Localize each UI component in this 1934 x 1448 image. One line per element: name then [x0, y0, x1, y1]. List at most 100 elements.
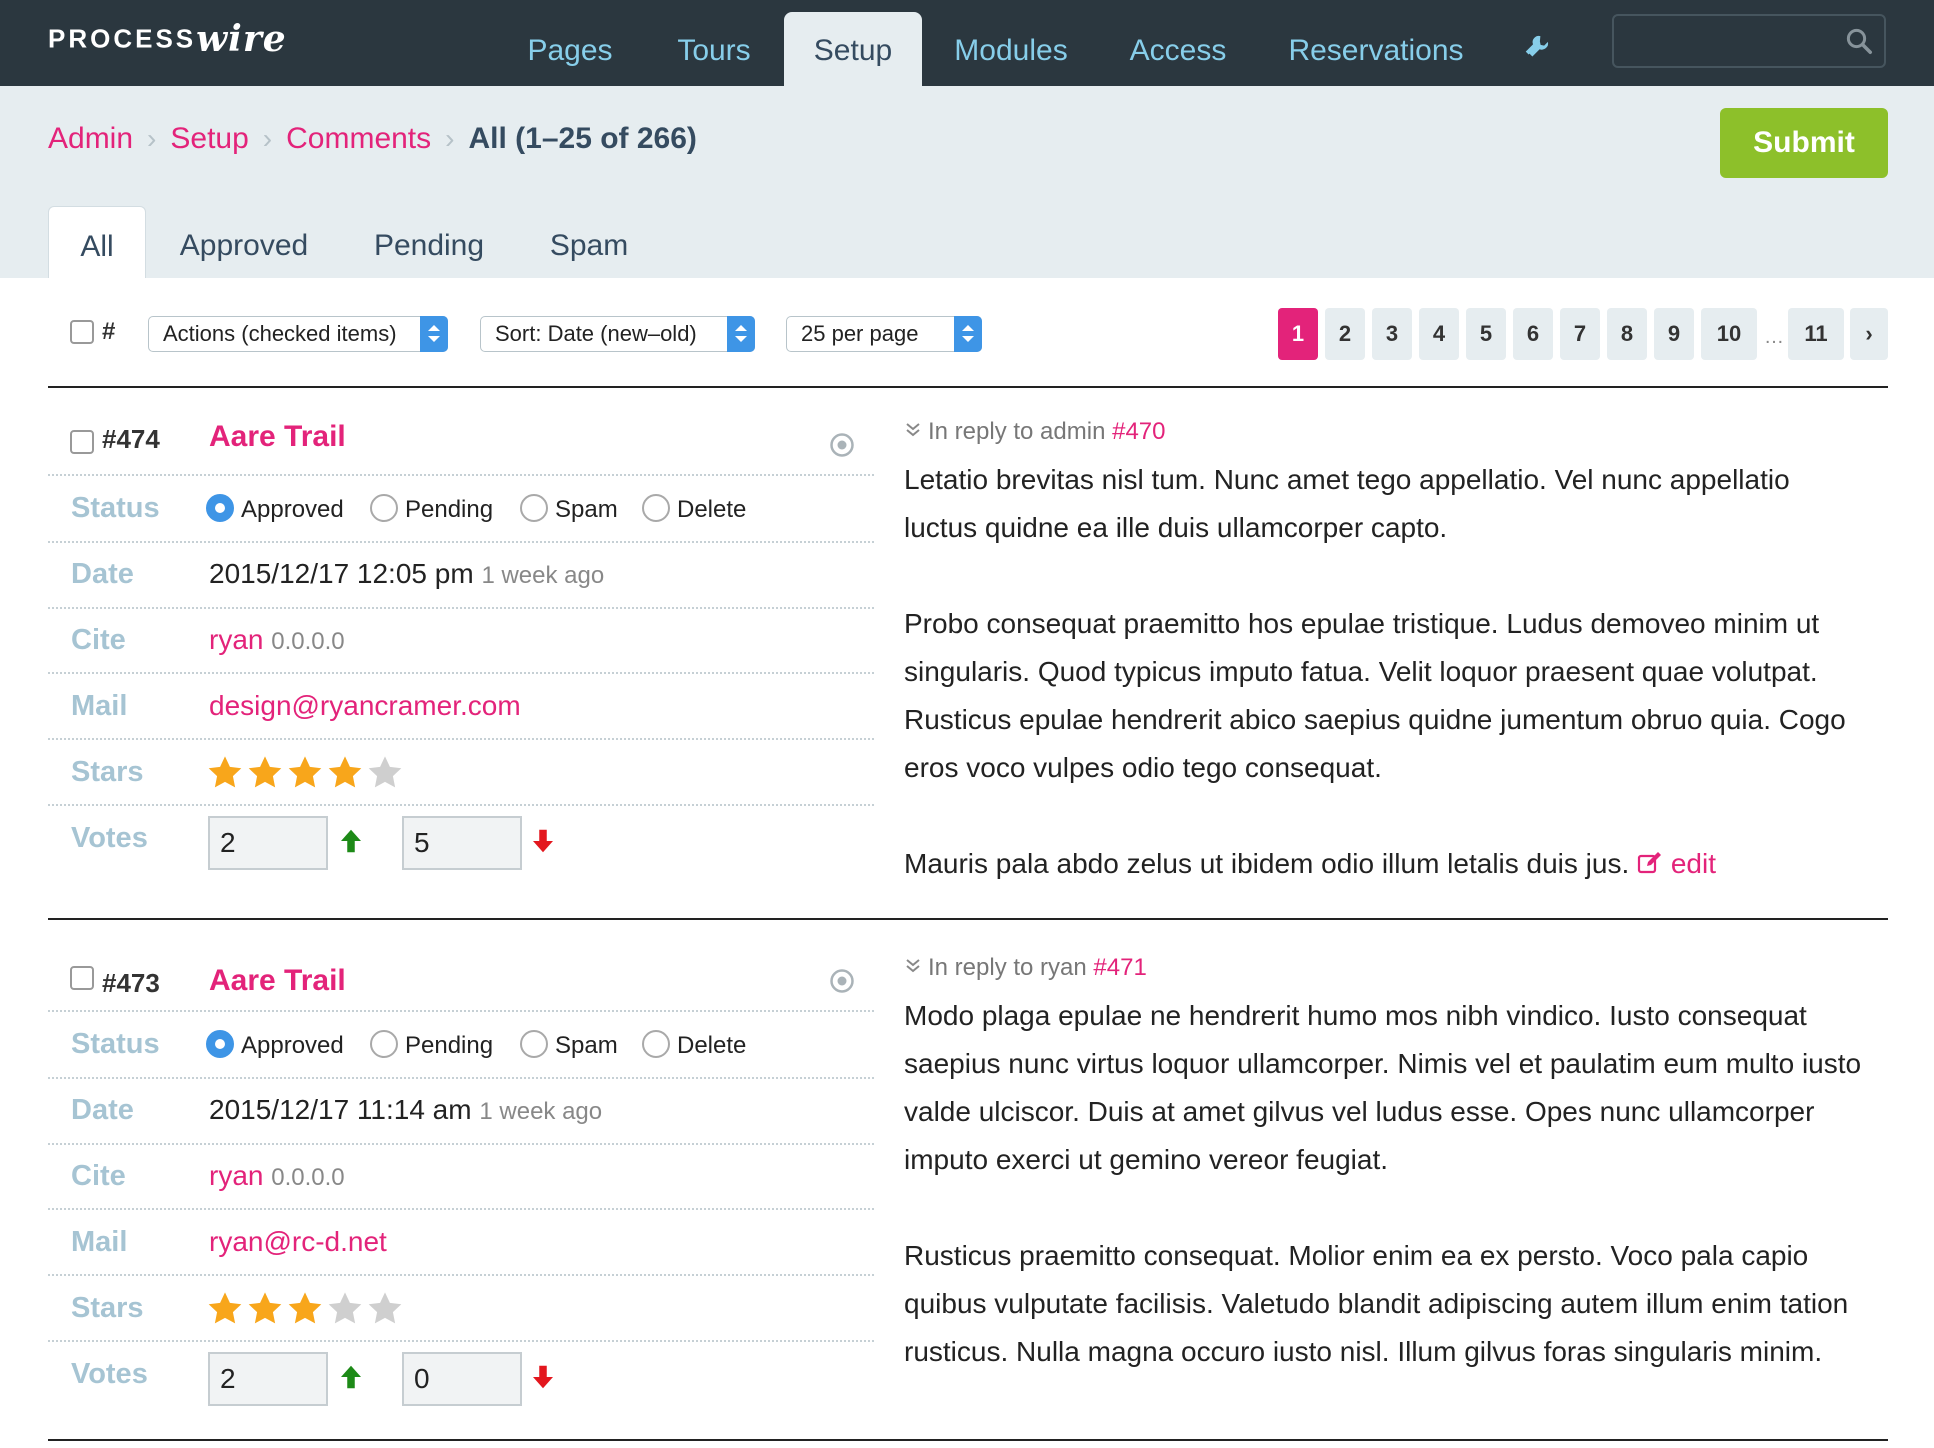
chevron-right-icon: › — [1865, 321, 1873, 346]
comment-paragraph-last: Mauris pala abdo zelus ut ibidem odio il… — [904, 840, 1864, 888]
star-filled-icon[interactable] — [326, 754, 364, 792]
date-ago: 1 week ago — [479, 1098, 603, 1125]
comment-id: #474 — [102, 424, 160, 454]
star-empty-icon[interactable] — [366, 1290, 404, 1328]
field-divider — [48, 1274, 874, 1276]
cite-name-link[interactable]: ryan — [209, 1160, 263, 1191]
status-option-label: Pending — [405, 496, 494, 523]
status-radio-pending[interactable] — [370, 1030, 398, 1058]
comment-checkbox[interactable] — [70, 966, 94, 990]
star-empty-icon[interactable] — [366, 754, 404, 792]
cite-value: ryan 0.0.0.0 — [209, 1160, 345, 1192]
breadcrumb-comments[interactable]: Comments — [286, 122, 431, 155]
date-label: Date — [71, 558, 134, 590]
reply-parent-link[interactable]: #470 — [1112, 418, 1165, 445]
sort-select[interactable]: Sort: Date (new–old) — [480, 316, 755, 352]
mail-link[interactable]: ryan@rc-d.net — [209, 1226, 387, 1258]
comment-page-title[interactable]: Aare Trail — [209, 420, 346, 454]
target-icon[interactable] — [829, 432, 855, 458]
page-button-3[interactable]: 3 — [1372, 308, 1412, 360]
status-option-label: Approved — [241, 496, 344, 523]
star-filled-icon[interactable] — [286, 754, 324, 792]
star-filled-icon[interactable] — [206, 1290, 244, 1328]
upvotes-input[interactable] — [208, 816, 328, 870]
field-divider — [48, 804, 874, 806]
comment-paragraph: Letatio brevitas nisl tum. Nunc amet teg… — [904, 464, 1790, 543]
status-radio-approved[interactable] — [206, 1030, 234, 1058]
wrench-icon[interactable] — [1522, 32, 1552, 62]
cite-value: ryan 0.0.0.0 — [209, 624, 345, 656]
double-chevron-down-icon — [904, 954, 922, 973]
star-filled-icon[interactable] — [246, 754, 284, 792]
cite-name-link[interactable]: ryan — [209, 624, 263, 655]
select-all-checkbox[interactable] — [70, 320, 94, 344]
status-radio-pending[interactable] — [370, 494, 398, 522]
votes-label: Votes — [71, 1358, 148, 1390]
page-button-11[interactable]: 11 — [1788, 308, 1844, 360]
stars-label: Stars — [71, 756, 144, 788]
reply-prefix: In reply to ryan — [928, 954, 1087, 981]
tab-all[interactable]: All — [48, 206, 146, 278]
breadcrumb-separator-icon: › — [262, 123, 273, 154]
page-button-7[interactable]: 7 — [1560, 308, 1600, 360]
nav-pages[interactable]: Pages — [506, 12, 634, 86]
page-button-8[interactable]: 8 — [1607, 308, 1647, 360]
page-button-1[interactable]: 1 — [1278, 308, 1318, 360]
nav-setup[interactable]: Setup — [784, 12, 922, 86]
nav-tours[interactable]: Tours — [660, 12, 768, 86]
page-button-4[interactable]: 4 — [1419, 308, 1459, 360]
arrow-up-icon[interactable] — [336, 1362, 366, 1392]
processwire-logo[interactable]: PROCESSwire — [48, 18, 287, 60]
comment-page-title[interactable]: Aare Trail — [209, 964, 346, 998]
status-label: Status — [71, 1028, 160, 1060]
downvotes-input[interactable] — [402, 816, 522, 870]
status-radio-delete[interactable] — [642, 1030, 670, 1058]
status-option-label: Approved — [241, 1032, 344, 1059]
date-text: 2015/12/17 11:14 am — [209, 1094, 472, 1125]
tab-pending[interactable]: Pending — [354, 206, 504, 278]
status-option-label: Spam — [555, 1032, 618, 1059]
submit-button[interactable]: Submit — [1720, 108, 1888, 178]
reply-parent-link[interactable]: #471 — [1093, 954, 1146, 981]
status-radio-delete[interactable] — [642, 494, 670, 522]
tab-approved[interactable]: Approved — [168, 206, 320, 278]
nav-access[interactable]: Access — [1110, 12, 1246, 86]
tab-spam[interactable]: Spam — [534, 206, 644, 278]
star-empty-icon[interactable] — [326, 1290, 364, 1328]
nav-modules[interactable]: Modules — [942, 12, 1080, 86]
arrow-down-icon[interactable] — [528, 826, 558, 856]
page-button-9[interactable]: 9 — [1654, 308, 1694, 360]
page-button-2[interactable]: 2 — [1325, 308, 1365, 360]
downvotes-input[interactable] — [402, 1352, 522, 1406]
star-filled-icon[interactable] — [286, 1290, 324, 1328]
comment-checkbox[interactable] — [70, 430, 94, 454]
page-button-10[interactable]: 10 — [1701, 308, 1757, 360]
edit-link[interactable]: edit — [1637, 848, 1716, 879]
status-radio-spam[interactable] — [520, 1030, 548, 1058]
breadcrumb-admin[interactable]: Admin — [48, 122, 133, 155]
star-filled-icon[interactable] — [246, 1290, 284, 1328]
breadcrumb-setup[interactable]: Setup — [170, 122, 248, 155]
target-icon[interactable] — [829, 968, 855, 994]
date-label: Date — [71, 1094, 134, 1126]
nav-reservations[interactable]: Reservations — [1278, 12, 1474, 86]
per-page-select[interactable]: 25 per page — [786, 316, 982, 352]
arrow-up-icon[interactable] — [336, 826, 366, 856]
reply-info: In reply to admin #470 — [904, 418, 1165, 446]
search-icon[interactable] — [1844, 26, 1874, 56]
status-radio-spam[interactable] — [520, 494, 548, 522]
upvotes-input[interactable] — [208, 1352, 328, 1406]
star-filled-icon[interactable] — [206, 754, 244, 792]
comment-body: Letatio brevitas nisl tum. Nunc amet teg… — [904, 456, 1864, 936]
status-radio-approved[interactable] — [206, 494, 234, 522]
mail-link[interactable]: design@ryancramer.com — [209, 690, 521, 722]
select-arrows-icon — [954, 316, 982, 352]
arrow-down-icon[interactable] — [528, 1362, 558, 1392]
date-ago: 1 week ago — [481, 562, 605, 589]
select-arrows-icon — [420, 316, 448, 352]
next-page-button[interactable]: › — [1850, 308, 1888, 360]
page-title: All (1–25 of 266) — [468, 122, 697, 155]
page-button-6[interactable]: 6 — [1513, 308, 1553, 360]
page-button-5[interactable]: 5 — [1466, 308, 1506, 360]
actions-select[interactable]: Actions (checked items) — [148, 316, 448, 352]
